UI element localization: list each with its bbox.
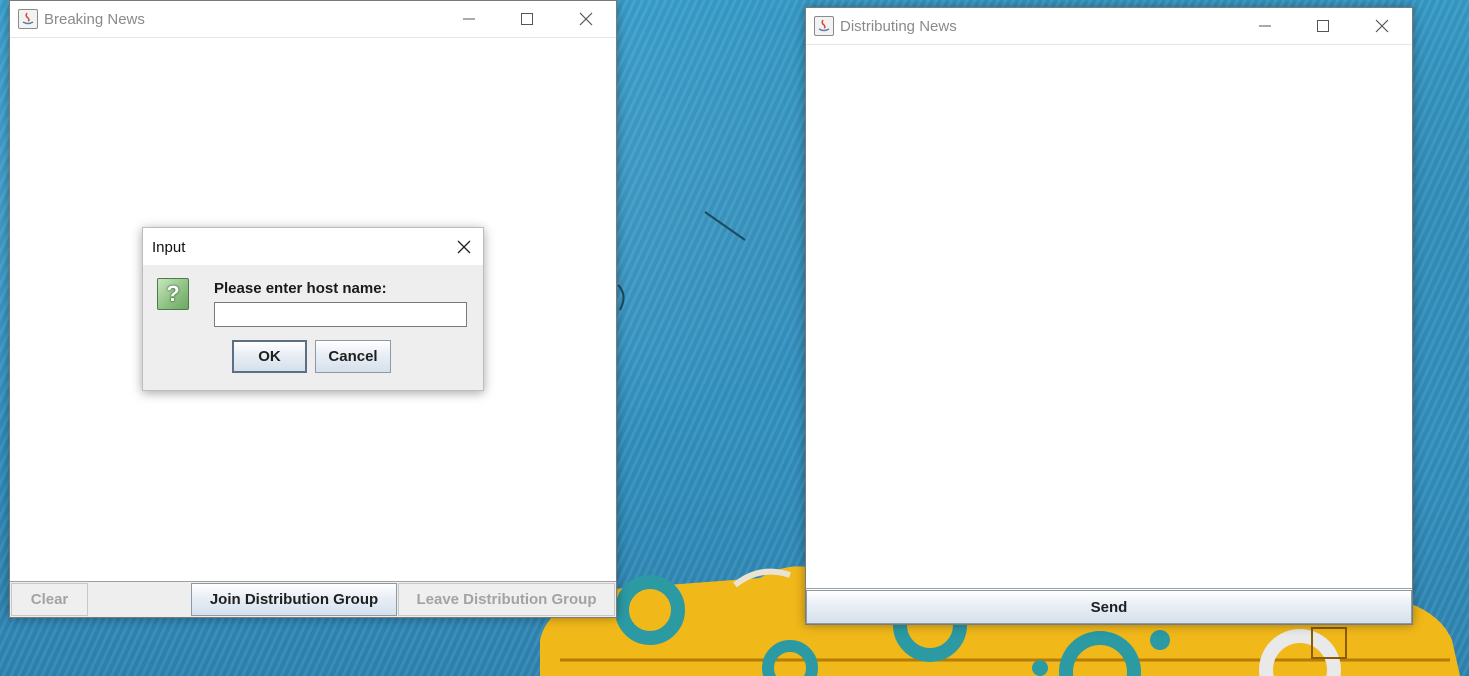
window-title: Distributing News <box>840 18 957 35</box>
cancel-button[interactable]: Cancel <box>315 340 391 373</box>
send-button[interactable]: Send <box>806 590 1412 624</box>
question-icon: ? <box>157 278 189 310</box>
minimize-icon <box>463 18 475 20</box>
host-name-prompt: Please enter host name: <box>214 280 387 297</box>
host-name-input[interactable] <box>214 302 467 327</box>
close-button[interactable] <box>557 1 615 37</box>
close-icon <box>457 240 471 254</box>
input-dialog: Input ? Please enter host name: OK Cance… <box>142 227 484 391</box>
maximize-button[interactable] <box>1294 8 1352 44</box>
clear-button[interactable]: Clear <box>11 583 88 616</box>
breaking-news-titlebar[interactable]: Breaking News <box>10 1 616 38</box>
join-distribution-group-button[interactable]: Join Distribution Group <box>191 583 397 616</box>
dialog-title: Input <box>152 239 186 256</box>
dialog-titlebar[interactable]: Input <box>143 228 483 265</box>
maximize-icon <box>1317 20 1329 32</box>
java-app-icon <box>18 9 38 29</box>
distributing-news-window: Distributing News Send <box>805 7 1413 625</box>
close-icon <box>1375 19 1389 33</box>
message-text-area[interactable] <box>806 45 1412 589</box>
minimize-button[interactable] <box>440 1 498 37</box>
java-app-icon <box>814 16 834 36</box>
minimize-icon <box>1259 25 1271 27</box>
ok-button[interactable]: OK <box>232 340 307 373</box>
close-icon <box>579 12 593 26</box>
maximize-icon <box>521 13 533 25</box>
leave-distribution-group-button[interactable]: Leave Distribution Group <box>398 583 615 616</box>
breaking-news-button-bar: Clear Join Distribution Group Leave Dist… <box>10 582 616 617</box>
maximize-button[interactable] <box>498 1 556 37</box>
window-title: Breaking News <box>44 11 145 28</box>
distributing-news-titlebar[interactable]: Distributing News <box>806 8 1412 45</box>
minimize-button[interactable] <box>1236 8 1294 44</box>
dialog-close-button[interactable] <box>445 228 483 265</box>
close-button[interactable] <box>1353 8 1411 44</box>
